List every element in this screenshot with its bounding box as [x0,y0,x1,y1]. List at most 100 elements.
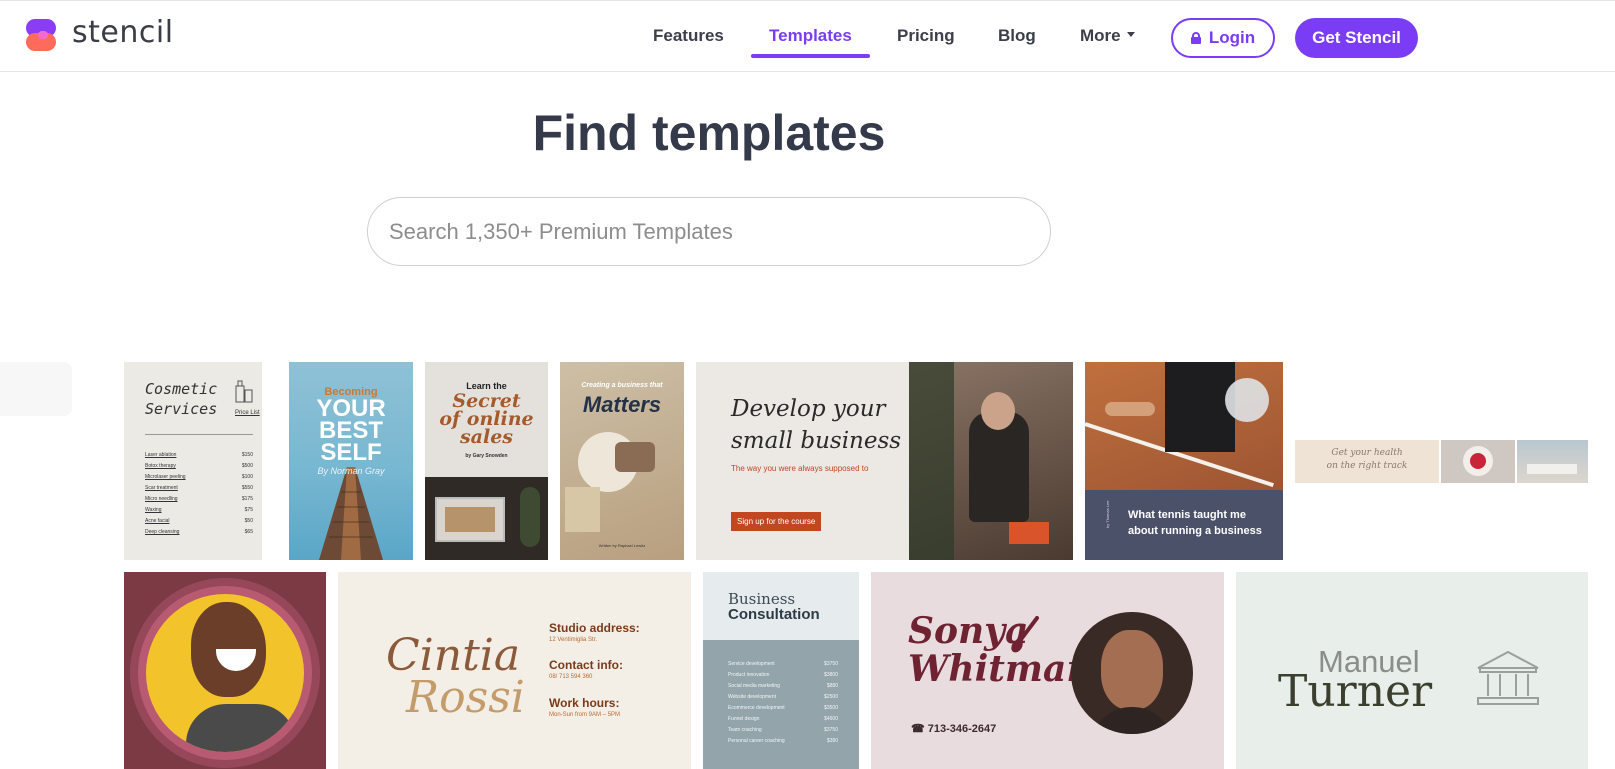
nav-more-label: More [1080,26,1121,45]
consultation-service-list: Service development $3750 Product innovati… [728,661,838,749]
price-list-label: Price List [235,410,260,416]
hours-value: Mon-Sun from 9AM – 5PM [549,712,621,718]
service-price: $4600 [824,716,838,722]
service-name: Ecommerce development [728,705,785,711]
small-business-subtitle: The way you were always supposed to [731,464,869,473]
service-price: $380 [826,738,838,744]
template-card-business-consultation[interactable]: Business Consultation Service developmen… [703,572,859,769]
best-self-line4: SELF [320,439,382,466]
service-price: $500 [241,463,253,469]
template-card-small-business[interactable]: Develop your small business The way you … [696,362,1073,560]
service-name: Waxing [145,507,162,513]
sonya-phone: ☎ 713-346-2647 [911,722,996,735]
tennis-line2: about running a business [1128,525,1262,537]
template-card-tennis[interactable]: What tennis taught me about running a bu… [1085,362,1283,560]
list-item: Laser ablation $150 [145,452,253,463]
list-item: Microlaser peeling $100 [145,474,253,485]
template-card-best-self[interactable]: Becoming YOUR BEST SELF By Norman Gray [289,362,413,560]
service-name: Product innovation [728,672,770,678]
list-item: Deep cleansing $65 [145,529,253,540]
matters-line1: Creating a business that [581,382,663,389]
template-card-cosmetic-services[interactable]: Cosmetic Services Price List Laser ablat… [124,362,262,560]
list-item: Acne facial $50 [145,518,253,529]
hours-label: Work hours: [549,696,620,710]
nav-templates[interactable]: Templates [769,26,852,46]
cosmetic-title-line1: Cosmetic [145,380,218,398]
raspberry-bowl-photo [1441,440,1515,483]
brand-name[interactable]: stencil [72,15,174,50]
online-sales-line4: sales [459,426,513,448]
stencil-logo-icon[interactable] [24,17,60,53]
service-price: $65 [244,529,253,535]
tennis-photo [1085,362,1283,490]
list-item: Service development $3750 [728,661,838,672]
sign-up-course-badge: Sign up for the course [731,512,822,531]
nav-pricing[interactable]: Pricing [897,26,955,46]
sonya-phone-number: 713-346-2647 [927,723,997,735]
top-navigation-bar: stencil Features Templates Pricing Blog … [0,0,1615,72]
studio-label: Studio address: [549,621,640,635]
person-shape [615,442,655,472]
service-price: $550 [241,485,253,491]
template-card-portrait-circle[interactable] [124,572,326,769]
online-sales-author: by Gary Snowden [465,453,508,459]
matters-line2: Matters [582,392,662,417]
cosmetic-bottles-icon [235,380,253,403]
login-button[interactable]: Login [1171,18,1275,58]
service-name: Social media marketing [728,683,780,689]
get-stencil-button[interactable]: Get Stencil [1295,18,1418,58]
woman-laptop-photo [909,362,1073,560]
cosmetic-service-list: Laser ablation $150 Botox therapy $500 Micro… [145,452,253,540]
tennis-line1: What tennis taught me [1128,509,1246,521]
service-name: Microlaser peeling [145,474,186,480]
phone-icon: ☎ [911,723,925,735]
template-card-health-banner[interactable]: Get your health on the right track [1295,440,1439,483]
bank-building-icon [1477,650,1539,705]
list-item: Product innovation $3800 [728,672,838,683]
list-item: Micro needling $175 [145,496,253,507]
list-item: Personal career coaching $380 [728,738,838,749]
studio-value: 12 Ventimiglia Str. [549,637,598,643]
service-name: Laser ablation [145,452,177,458]
shelf-shape [565,487,600,532]
service-price: $50 [244,518,253,524]
service-name: Website development [728,694,776,700]
list-item: Ecommerce development $3500 [728,705,838,716]
manuel-name-line2: Turner [1278,666,1433,717]
service-name: Botox therapy [145,463,176,469]
laptop-photo [425,477,548,560]
cosmetic-title-line2: Services [145,400,218,418]
nav-blog[interactable]: Blog [998,26,1036,46]
login-label: Login [1208,28,1256,47]
service-price: $100 [241,474,253,480]
service-price: $175 [241,496,253,502]
contact-value: 08/ 713 594 360 [549,674,593,680]
service-price: $3750 [824,727,838,733]
template-card-cintia-rossi[interactable]: Cintia Rossi Studio address: 12 Ventimig… [338,572,691,769]
active-tab-indicator [751,54,870,58]
service-name: Funnel design [728,716,760,722]
small-business-line2: small business [731,428,902,454]
lock-icon [1190,32,1201,44]
list-item: Scar treatment $550 [145,485,253,496]
list-item: Team coaching $3750 [728,727,838,738]
service-price: $3750 [824,661,838,667]
sonya-name-line2: Whitman [908,648,1093,690]
service-name: Service development [728,661,775,667]
list-item: Website development $2500 [728,694,838,705]
service-name: Micro needling [145,496,178,502]
carousel-ghost-card [0,362,72,416]
service-name: Deep cleansing [145,529,180,535]
nav-more[interactable]: More [1080,26,1135,46]
template-card-matters[interactable]: Creating a business that Matters Written… [560,362,684,560]
service-price: $880 [826,683,838,689]
bedroom-photo [1517,440,1588,483]
template-card-manuel-turner[interactable]: Manuel Turner [1236,572,1588,769]
nav-features[interactable]: Features [653,26,724,46]
template-card-online-sales[interactable]: Learn the Secret of online sales by Gary… [425,362,548,560]
page-title: Find templates [532,105,886,161]
template-search-input[interactable] [367,197,1051,266]
cintia-name-line2: Rossi [406,672,525,723]
list-item: Social media marketing $880 [728,683,838,694]
template-card-sonya-whitman[interactable]: Sonya Whitman ☎ 713-346-2647 [871,572,1224,769]
